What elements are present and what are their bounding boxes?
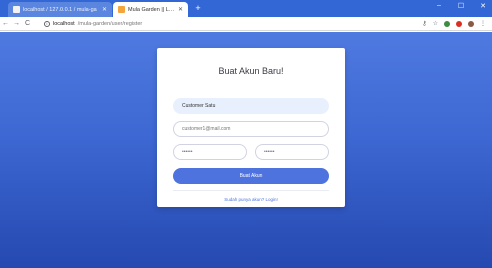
browser-toolbar: ⚷ ☆ ⋮ bbox=[422, 20, 486, 27]
page-title: Buat Akun Baru! bbox=[218, 66, 284, 76]
minimize-icon[interactable]: – bbox=[434, 2, 444, 10]
email-field[interactable] bbox=[173, 121, 329, 137]
star-icon[interactable]: ☆ bbox=[433, 20, 438, 27]
repeat-password-field[interactable] bbox=[255, 144, 329, 160]
login-link[interactable]: Sudah punya akun? Login! bbox=[157, 197, 345, 202]
create-account-button[interactable]: Buat Akun bbox=[173, 168, 329, 184]
url-host: localhost bbox=[53, 21, 75, 27]
tab-phpmyadmin[interactable]: localhost / 127.0.0.1 / mula-ga ✕ bbox=[8, 2, 112, 17]
tab-title: Mula Garden || Login bbox=[128, 6, 175, 13]
register-card: Buat Akun Baru! Buat Akun Sudah punya ak… bbox=[157, 48, 345, 207]
back-arrow-icon[interactable]: ← bbox=[0, 20, 11, 27]
new-tab-button[interactable]: + bbox=[193, 3, 203, 13]
close-icon[interactable]: ✕ bbox=[102, 7, 107, 13]
info-icon[interactable]: i bbox=[44, 21, 50, 27]
page-background: Buat Akun Baru! Buat Akun Sudah punya ak… bbox=[0, 32, 492, 268]
extension-icon[interactable] bbox=[444, 20, 450, 27]
menu-icon[interactable]: ⋮ bbox=[480, 20, 486, 27]
forward-arrow-icon[interactable]: → bbox=[11, 20, 22, 27]
browser-address-bar: ← → C i localhost/mula-garden/user/regis… bbox=[0, 17, 492, 31]
tab-favicon-icon bbox=[118, 6, 125, 13]
url-input[interactable]: i localhost/mula-garden/user/register bbox=[44, 19, 424, 29]
tab-mula-garden[interactable]: Mula Garden || Login ✕ bbox=[113, 2, 188, 17]
reload-icon[interactable]: C bbox=[22, 20, 33, 27]
browser-tab-bar: localhost / 127.0.0.1 / mula-ga ✕ Mula G… bbox=[0, 0, 492, 17]
window-controls: – ☐ ✕ bbox=[434, 2, 488, 10]
name-field[interactable] bbox=[173, 98, 329, 114]
close-icon[interactable]: ✕ bbox=[178, 7, 183, 13]
extension-icon[interactable] bbox=[456, 20, 462, 27]
divider bbox=[173, 190, 329, 191]
url-path: /mula-garden/user/register bbox=[77, 21, 143, 27]
tab-favicon-icon bbox=[13, 6, 20, 13]
password-field[interactable] bbox=[173, 144, 247, 160]
profile-avatar[interactable] bbox=[468, 20, 474, 27]
key-icon[interactable]: ⚷ bbox=[422, 20, 426, 27]
close-window-icon[interactable]: ✕ bbox=[478, 2, 488, 10]
tab-title: localhost / 127.0.0.1 / mula-ga bbox=[23, 6, 97, 13]
maximize-icon[interactable]: ☐ bbox=[456, 2, 466, 10]
